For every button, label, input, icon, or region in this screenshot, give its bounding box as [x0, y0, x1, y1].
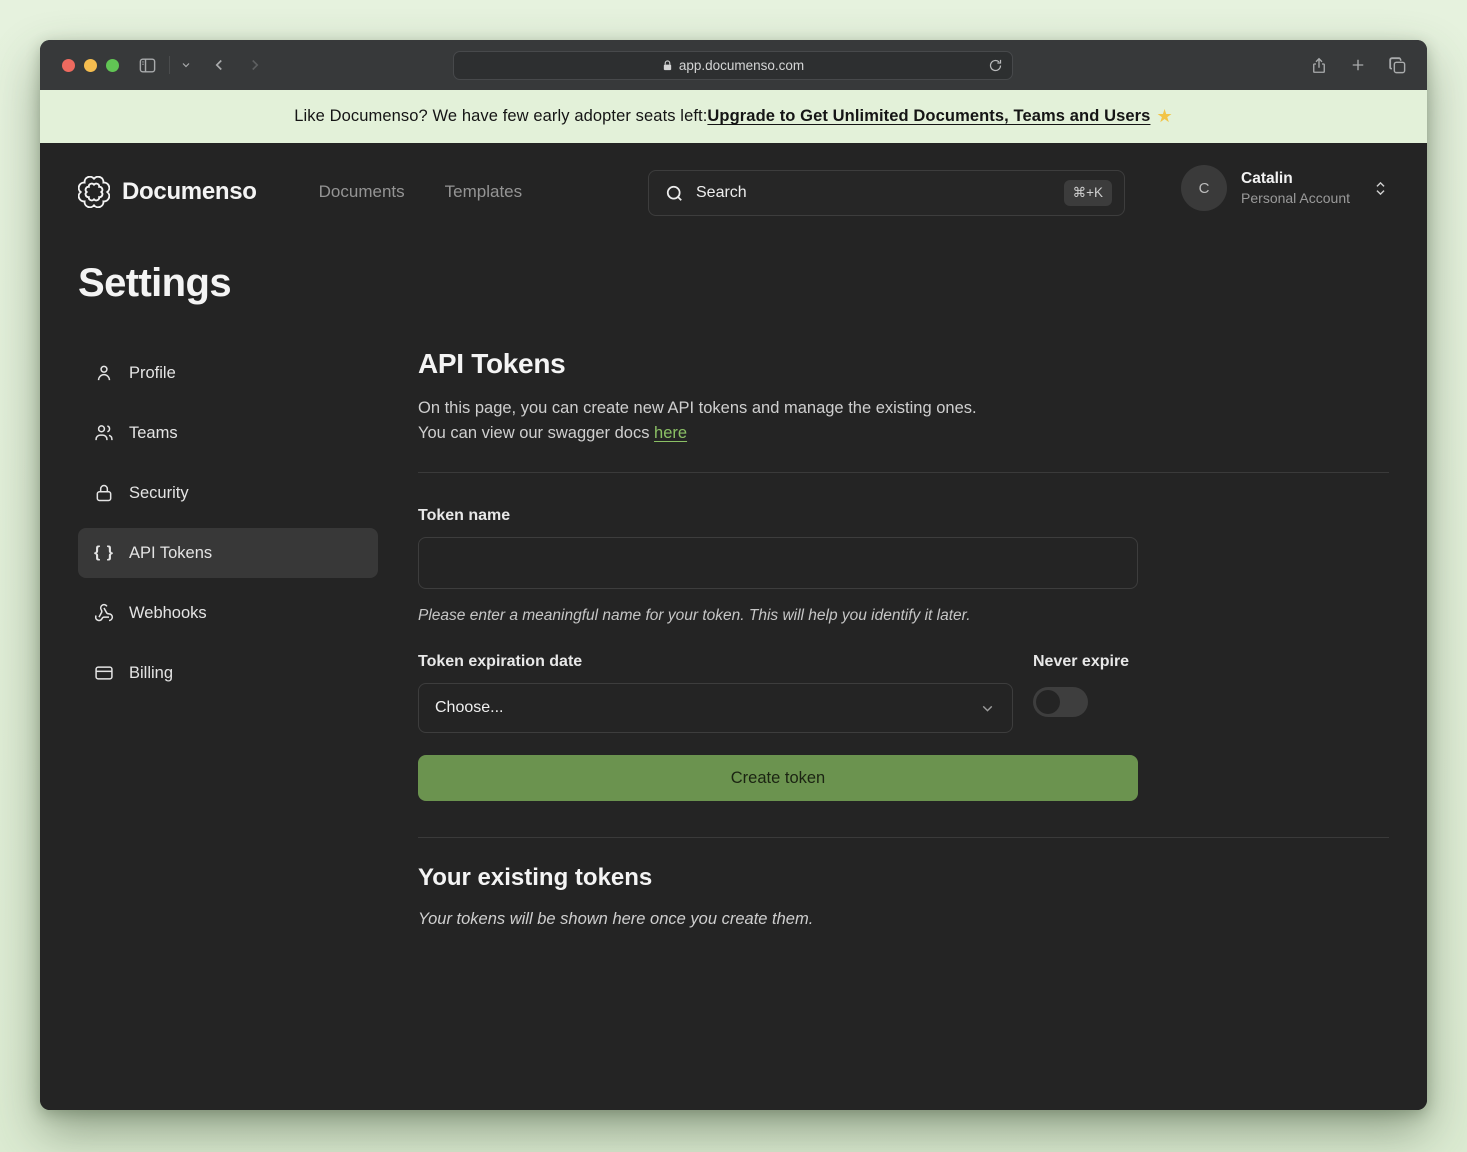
browser-toolbar: app.documenso.com [40, 40, 1427, 90]
sidebar-toggle-icon[interactable] [138, 56, 157, 75]
never-expire-toggle[interactable] [1033, 687, 1088, 717]
existing-tokens-heading: Your existing tokens [418, 864, 1389, 892]
sidebar-item-webhooks[interactable]: Webhooks [78, 588, 378, 638]
search-icon [665, 184, 684, 203]
api-tokens-panel: API Tokens On this page, you can create … [418, 348, 1389, 929]
brand-name: Documenso [122, 178, 257, 206]
avatar: C [1181, 165, 1227, 211]
traffic-lights [62, 59, 119, 72]
credit-card-icon [94, 663, 114, 683]
reload-icon[interactable] [988, 58, 1003, 73]
account-menu[interactable]: C Catalin Personal Account [1181, 165, 1389, 211]
main-nav: Documents Templates [319, 182, 522, 202]
create-token-button[interactable]: Create token [418, 755, 1138, 801]
braces-icon: { } [94, 544, 114, 562]
sidebar-item-label: API Tokens [129, 544, 212, 563]
users-icon [94, 423, 114, 443]
existing-tokens-empty-text: Your tokens will be shown here once you … [418, 910, 1389, 929]
share-icon[interactable] [1310, 56, 1328, 75]
section-description-line1: On this page, you can create new API tok… [418, 399, 977, 417]
swagger-docs-link[interactable]: here [654, 424, 687, 442]
lock-icon [94, 483, 114, 503]
sidebar-item-billing[interactable]: Billing [78, 648, 378, 698]
tab-overview-icon[interactable] [1388, 56, 1407, 75]
forward-button[interactable] [246, 56, 264, 74]
app-content: Documenso Documents Templates Search ⌘+K… [40, 143, 1427, 1110]
search-shortcut: ⌘+K [1064, 180, 1112, 206]
user-icon [94, 363, 114, 383]
minimize-window-button[interactable] [84, 59, 97, 72]
star-icon: ★ [1156, 106, 1172, 127]
search-input[interactable]: Search ⌘+K [648, 170, 1125, 216]
lock-icon [662, 59, 673, 72]
chevron-down-icon[interactable] [180, 59, 192, 71]
expiration-select-value: Choose... [435, 699, 503, 717]
chevrons-up-down-icon [1372, 180, 1389, 197]
promo-banner: Like Documenso? We have few early adopte… [40, 90, 1427, 143]
nav-documents[interactable]: Documents [319, 182, 405, 202]
token-expiration-label: Token expiration date [418, 653, 1013, 671]
brand[interactable]: Documenso [78, 176, 257, 208]
nav-templates[interactable]: Templates [445, 182, 522, 202]
address-bar[interactable]: app.documenso.com [453, 51, 1013, 80]
sidebar-item-teams[interactable]: Teams [78, 408, 378, 458]
sidebar-item-label: Security [129, 484, 189, 503]
account-type: Personal Account [1241, 190, 1350, 206]
section-description-line2: You can view our swagger docs [418, 424, 654, 442]
section-heading: API Tokens [418, 348, 1389, 380]
sidebar-item-label: Webhooks [129, 604, 207, 623]
sidebar-item-label: Teams [129, 424, 178, 443]
toggle-knob [1036, 690, 1060, 714]
banner-text: Like Documenso? We have few early adopte… [294, 107, 707, 126]
page-title: Settings [78, 261, 1389, 306]
token-name-input[interactable] [418, 537, 1138, 589]
app-header: Documenso Documents Templates Search ⌘+K… [78, 143, 1389, 215]
browser-window: app.documenso.com Like Documenso? We hav… [40, 40, 1427, 1110]
search-label: Search [696, 184, 1052, 202]
expiration-select[interactable]: Choose... [418, 683, 1013, 733]
sidebar-item-label: Profile [129, 364, 176, 383]
webhook-icon [94, 603, 114, 623]
never-expire-label: Never expire [1033, 653, 1138, 671]
toolbar-divider [169, 56, 170, 74]
back-button[interactable] [210, 56, 228, 74]
sidebar-item-api-tokens[interactable]: { } API Tokens [78, 528, 378, 578]
token-name-label: Token name [418, 507, 1138, 525]
zoom-window-button[interactable] [106, 59, 119, 72]
new-tab-icon[interactable] [1349, 56, 1367, 74]
sidebar-item-label: Billing [129, 664, 173, 683]
sidebar-item-security[interactable]: Security [78, 468, 378, 518]
divider [418, 472, 1389, 473]
url-text: app.documenso.com [679, 58, 804, 73]
chevron-down-icon [979, 700, 996, 717]
close-window-button[interactable] [62, 59, 75, 72]
divider [418, 837, 1389, 838]
upgrade-link[interactable]: Upgrade to Get Unlimited Documents, Team… [707, 107, 1150, 126]
account-name: Catalin [1241, 170, 1350, 188]
sidebar-item-profile[interactable]: Profile [78, 348, 378, 398]
settings-sidebar: Profile Teams Security { } API Token [78, 348, 378, 929]
documenso-logo-icon [78, 176, 110, 208]
token-name-hint: Please enter a meaningful name for your … [418, 607, 1138, 625]
